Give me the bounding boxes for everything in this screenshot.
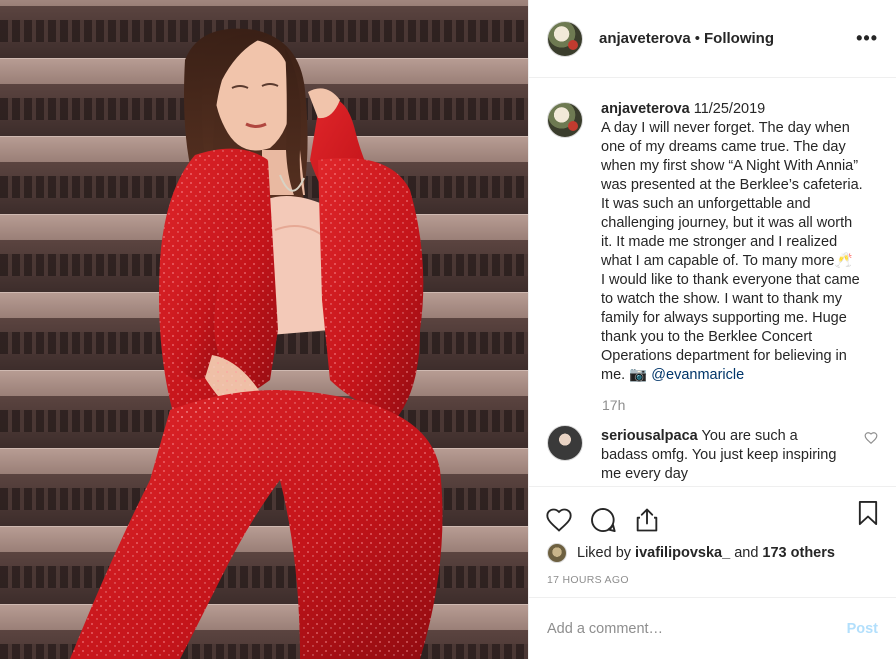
bookmark-icon[interactable] [854,499,882,527]
caption-time-ago[interactable]: 17h [602,397,878,413]
instagram-post: anjaveterova • Following ••• anjaveterov… [0,0,896,659]
add-comment-bar: Post [529,597,896,659]
post-side-panel: anjaveterova • Following ••• anjaveterov… [528,0,896,659]
share-icon[interactable] [633,506,661,534]
post-timestamp[interactable]: 17 hours ago [529,564,896,594]
commenter-avatar[interactable] [547,425,583,461]
author-username[interactable]: anjaveterova [599,30,691,47]
following-button[interactable]: Following [704,30,774,47]
caption-paragraph-1: A day I will never forget. The day when … [601,120,863,269]
likes-and: and [734,545,759,561]
separator-dot: • [694,30,700,47]
caption-text: anjaveterova 11/25/2019 A day I will nev… [601,100,867,385]
liker-avatar[interactable] [547,543,567,563]
comment-text: seriousalpaca You are such a badass omfg… [601,427,841,484]
mention-link[interactable]: @evanmaricle [651,367,744,383]
woman-in-red-suit [70,28,443,659]
post-photo[interactable] [0,0,528,659]
comment-item: seriousalpaca You are such a badass omfg… [547,425,878,484]
likes-summary: Liked by ivafilipovska_ and 173 others [529,540,896,564]
like-heart-icon[interactable] [545,506,573,534]
liker-username[interactable]: ivafilipovska_ [635,545,730,561]
action-bar [529,486,896,540]
add-comment-input[interactable] [547,620,847,637]
likes-prefix: Liked by [577,545,632,561]
more-dots-icon[interactable]: ••• [856,28,878,49]
comments-section[interactable]: anjaveterova 11/25/2019 A day I will nev… [529,78,896,486]
comment-bubble-icon[interactable] [589,506,617,534]
author-avatar[interactable] [547,20,583,57]
post-comment-button[interactable]: Post [847,621,878,637]
caption-avatar[interactable] [547,102,583,138]
post-header: anjaveterova • Following ••• [529,0,896,78]
commenter-username[interactable]: seriousalpaca [601,428,698,444]
comment-like-heart-icon[interactable] [864,431,878,445]
caption-username[interactable]: anjaveterova [601,101,690,117]
caption-date: 11/25/2019 [693,101,766,117]
likes-others-link[interactable]: 173 others [762,545,835,561]
post-caption: anjaveterova 11/25/2019 A day I will nev… [547,100,878,385]
